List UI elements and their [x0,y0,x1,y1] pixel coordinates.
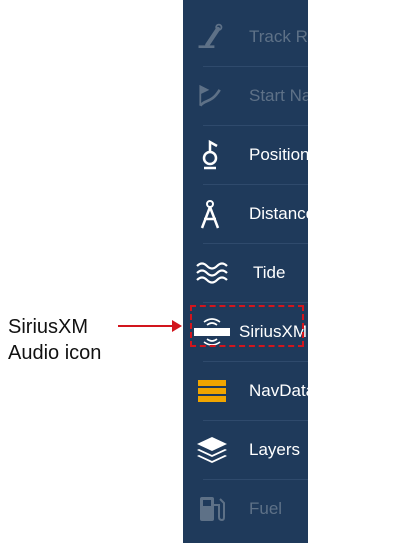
callout-arrow-head-icon [172,320,182,332]
navdata-icon [197,376,227,406]
menu-item-navdata[interactable]: NavData [183,362,308,420]
menu-item-fuel[interactable]: Fuel [183,480,308,538]
menu-item-start-nav[interactable]: Start Nav [183,67,308,125]
menu-item-distance[interactable]: Distance [183,185,308,243]
menu-item-label: Position Entry [249,145,308,164]
callout-label: SiriusXM Audio icon [8,314,101,366]
menu-item-tide[interactable]: Tide [183,244,308,302]
menu-item-label: Fuel [249,499,283,518]
side-menu: Track Recording Start Nav Position Entry [183,0,308,543]
position-entry-icon [195,139,225,170]
menu-item-track-recording[interactable]: Track Recording [183,8,308,66]
track-recording-icon [195,22,225,52]
fuel-icon [197,494,227,524]
menu-item-label: Distance [249,204,308,223]
menu-item-layers[interactable]: Layers [183,421,308,479]
menu-item-label: Track Recording [249,27,308,46]
callout-line: SiriusXM [8,316,89,338]
menu-item-label: Tide [253,263,286,282]
highlight-box [190,305,304,347]
start-nav-icon [195,81,225,111]
callout-arrow-line [118,325,174,327]
distance-icon [195,199,225,229]
menu-item-label: NavData [249,381,308,400]
tide-icon [195,258,231,288]
menu-item-label: Layers [249,440,301,459]
callout-line: Audio icon [8,342,102,364]
layers-icon [195,435,229,465]
menu-item-position-entry[interactable]: Position Entry [183,126,308,184]
menu-item-label: Start Nav [249,86,308,105]
